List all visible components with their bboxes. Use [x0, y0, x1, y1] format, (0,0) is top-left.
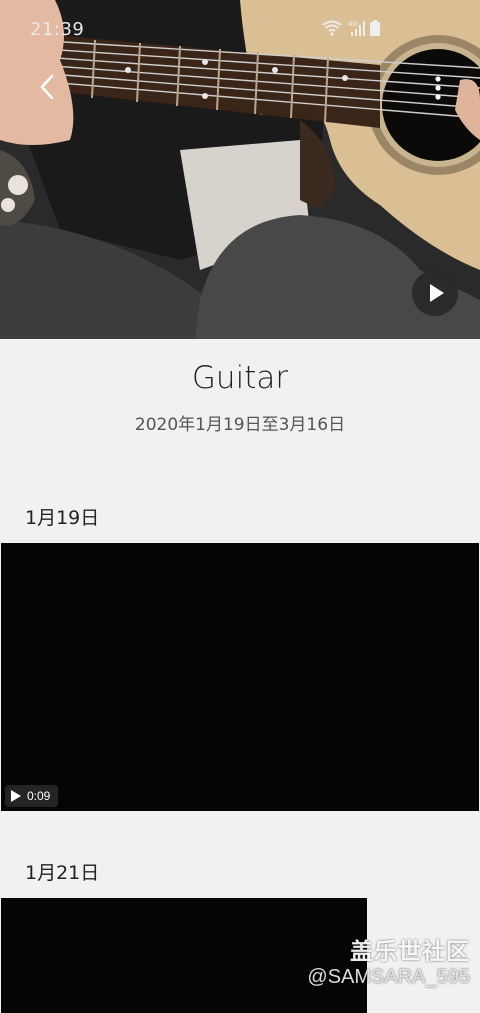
album-date-range: 2020年1月19日至3月16日: [134, 415, 346, 435]
chevron-left-icon: [40, 74, 54, 100]
video-duration: 0:09: [27, 789, 51, 803]
album-cover-image[interactable]: 21:39 4G: [0, 0, 480, 339]
video-thumbnail[interactable]: [1, 898, 367, 1013]
svg-text:4G: 4G: [348, 20, 358, 28]
battery-icon: [370, 20, 380, 36]
watermark-brand: 盖乐世社区: [350, 939, 470, 965]
play-icon: [430, 284, 444, 302]
status-icons: 4G: [322, 20, 380, 36]
back-button[interactable]: [30, 70, 66, 106]
watermark-user: @SAMSARA_595: [307, 966, 470, 988]
video-duration-badge: 0:09: [5, 785, 59, 807]
signal-4g-icon: 4G: [348, 20, 365, 36]
section-date-header: 1月21日: [25, 862, 100, 884]
play-album-button[interactable]: [412, 270, 458, 316]
wifi-icon: [322, 20, 342, 36]
album-title: Guitar: [191, 360, 289, 396]
status-time: 21:39: [30, 19, 85, 40]
more-options-button[interactable]: [424, 72, 452, 104]
play-icon: [11, 790, 21, 802]
section-date-header: 1月19日: [25, 507, 100, 529]
status-bar: 21:39 4G: [0, 0, 480, 60]
video-thumbnail[interactable]: 0:09: [1, 543, 479, 811]
more-vertical-icon: [435, 76, 441, 100]
